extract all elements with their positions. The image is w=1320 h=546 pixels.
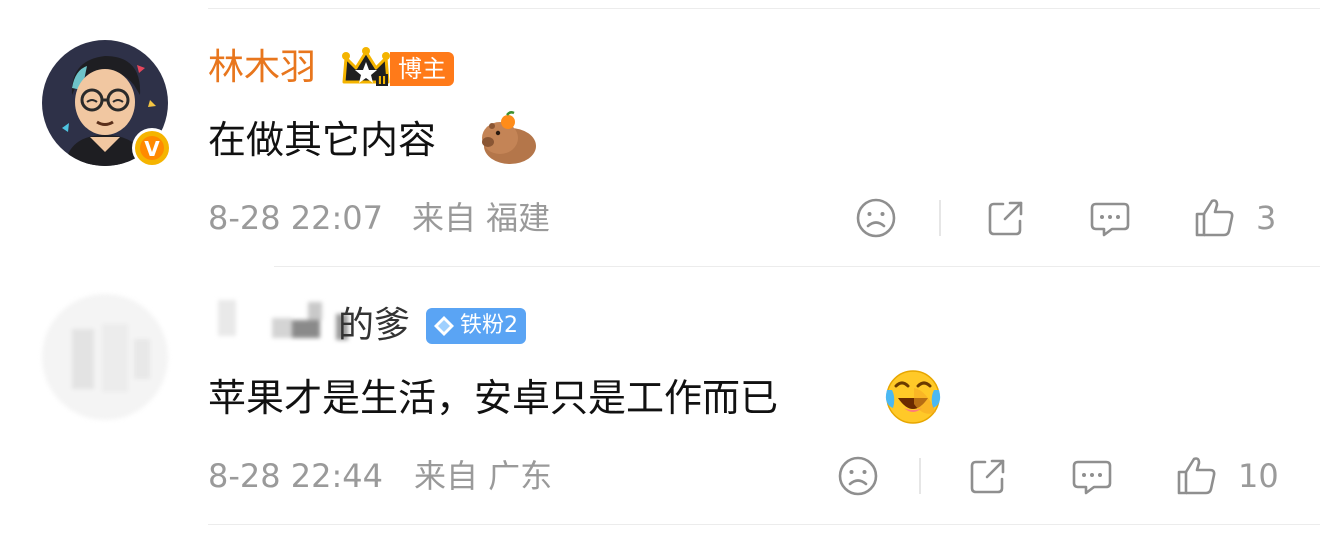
comment-item: V 林木羽 II 博主 在做其它内容 8-28 22:07 来自 福建 3: [0, 0, 1320, 268]
like-button[interactable]: [1174, 452, 1220, 498]
capybara-with-orange-icon: [478, 108, 538, 166]
svg-text:V: V: [144, 137, 160, 161]
blogger-badge: 博主: [390, 52, 454, 86]
diamond-icon: [432, 314, 456, 338]
bottom-divider: [208, 524, 1320, 525]
action-separator: [939, 200, 941, 236]
dislike-button[interactable]: [854, 196, 898, 240]
comment-location: 来自 广东: [414, 457, 553, 495]
action-separator: [919, 458, 921, 494]
sad-face-icon: [856, 198, 896, 238]
avatar-image: V: [42, 40, 172, 168]
comment-date: 8-28 22:44: [208, 457, 384, 495]
share-icon: [970, 459, 1005, 494]
comment-item: 的爹 铁粉2 苹果才是生活，安卓只是工作而已 8-28 22:44 来自 广东: [0, 268, 1320, 546]
share-button[interactable]: [984, 196, 1028, 240]
comment-divider: [274, 266, 1320, 267]
comment-date: 8-28 22:07: [208, 199, 384, 237]
reply-button[interactable]: [1070, 456, 1114, 498]
thumbs-up-icon: [1195, 199, 1234, 237]
crown-icon: II: [340, 46, 392, 88]
reply-button[interactable]: [1088, 198, 1132, 240]
like-count: 10: [1238, 457, 1279, 495]
username[interactable]: 林木羽: [208, 46, 316, 90]
comment-bubble-icon: [1072, 460, 1112, 495]
share-icon: [988, 201, 1023, 236]
svg-text:II: II: [378, 74, 386, 87]
share-button[interactable]: [966, 454, 1010, 498]
comment-text: 在做其它内容: [208, 118, 437, 162]
username-redacted: [212, 300, 348, 340]
sad-face-icon: [838, 456, 878, 496]
comment-text: 苹果才是生活，安卓只是工作而已: [208, 376, 779, 420]
laughing-tears-icon: [884, 368, 942, 426]
avatar[interactable]: [42, 294, 168, 420]
avatar-image: [72, 324, 150, 392]
username[interactable]: 的爹: [338, 304, 410, 348]
thumbs-up-icon: [1177, 457, 1216, 495]
dislike-button[interactable]: [836, 454, 880, 498]
like-count: 3: [1256, 199, 1277, 237]
comment-location: 来自 福建: [412, 199, 551, 237]
comment-bubble-icon: [1090, 202, 1130, 237]
like-button[interactable]: [1192, 194, 1238, 240]
avatar[interactable]: V: [42, 40, 172, 168]
